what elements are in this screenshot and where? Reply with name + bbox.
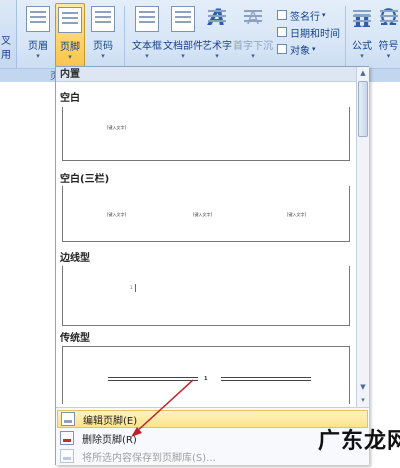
- separator: [124, 6, 125, 66]
- header-button[interactable]: 页眉 ▾: [24, 3, 52, 67]
- separator: [345, 6, 346, 66]
- object-button[interactable]: 对象 ▾: [277, 42, 316, 57]
- object-icon: [277, 44, 287, 54]
- scroll-thumb[interactable]: [358, 81, 368, 137]
- page-number: 1: [130, 285, 133, 290]
- dropcap-icon: A: [241, 6, 265, 32]
- section-title-blank: 空白: [60, 93, 80, 104]
- scroll-up-icon[interactable]: ▲: [357, 67, 369, 79]
- symbol-button[interactable]: Ω 符号 ▾: [377, 3, 400, 67]
- page-number-icon: [91, 6, 115, 32]
- watermark: 广东龙网: [318, 429, 400, 454]
- section-title-blank-three-column: 空白(三栏): [60, 174, 110, 185]
- signature-icon: [277, 10, 287, 20]
- header-icon: [26, 6, 50, 32]
- gallery-scrollbar[interactable]: ▲ ▼ ▾: [356, 67, 369, 407]
- footer-gallery-dropdown: 内置 ▲ ▼ ▾ 空白 [键入文字] 空白(三栏) [键入文字] [键入文字] …: [55, 66, 369, 465]
- wordart-button[interactable]: A 艺术字 ▾: [201, 3, 233, 67]
- page-number-button[interactable]: 页码 ▾: [89, 3, 117, 67]
- pi-icon: π: [350, 6, 374, 32]
- section-title-border: 边线型: [60, 253, 90, 264]
- datetime-button[interactable]: 日期和时间: [277, 25, 340, 40]
- border-line: [135, 284, 136, 292]
- remove-footer-icon: [60, 431, 74, 445]
- signature-line-button[interactable]: 签名行 ▾: [277, 8, 326, 23]
- scroll-more-icon[interactable]: ▾: [357, 394, 369, 406]
- footer-icon: [58, 7, 82, 33]
- edit-footer-icon: [61, 412, 75, 426]
- save-to-gallery-icon: [60, 449, 74, 463]
- placeholder-text-left: [键入文字]: [107, 212, 127, 217]
- textbox-icon: [135, 6, 159, 32]
- placeholder-text-center: [键入文字]: [193, 212, 213, 217]
- omega-icon: Ω: [377, 6, 400, 32]
- placeholder-text-right: [键入文字]: [287, 212, 307, 217]
- footer-option-traditional[interactable]: 1: [62, 346, 350, 404]
- footer-option-blank-three-column[interactable]: [键入文字] [键入文字] [键入文字]: [62, 186, 350, 242]
- quick-parts-icon: [171, 6, 195, 32]
- quick-parts-button[interactable]: 文档部件 ▾: [163, 3, 203, 67]
- placeholder-text: [键入文字]: [107, 125, 127, 130]
- ribbon-left-edge: 叉 用: [0, 0, 17, 68]
- scroll-down-icon[interactable]: ▼: [357, 381, 369, 393]
- left-edge-label-2: 用: [1, 50, 11, 61]
- rule-left: [108, 377, 198, 381]
- footer-option-border[interactable]: 1: [62, 266, 350, 326]
- dropcap-button[interactable]: A 首字下沉 ▾: [233, 3, 273, 67]
- page-number: 1: [204, 376, 208, 382]
- wordart-icon: A: [205, 6, 229, 32]
- left-edge-label-1: 叉: [1, 36, 11, 47]
- calendar-icon: [277, 27, 287, 37]
- textbox-button[interactable]: 文本框 ▾: [129, 3, 165, 67]
- gallery-header: 内置: [56, 67, 356, 82]
- section-title-traditional: 传统型: [60, 333, 90, 344]
- footer-button[interactable]: 页脚 ▾: [55, 3, 85, 67]
- footer-option-blank[interactable]: [键入文字]: [62, 107, 350, 161]
- rule-right: [221, 377, 311, 381]
- equation-button[interactable]: π 公式 ▾: [349, 3, 375, 67]
